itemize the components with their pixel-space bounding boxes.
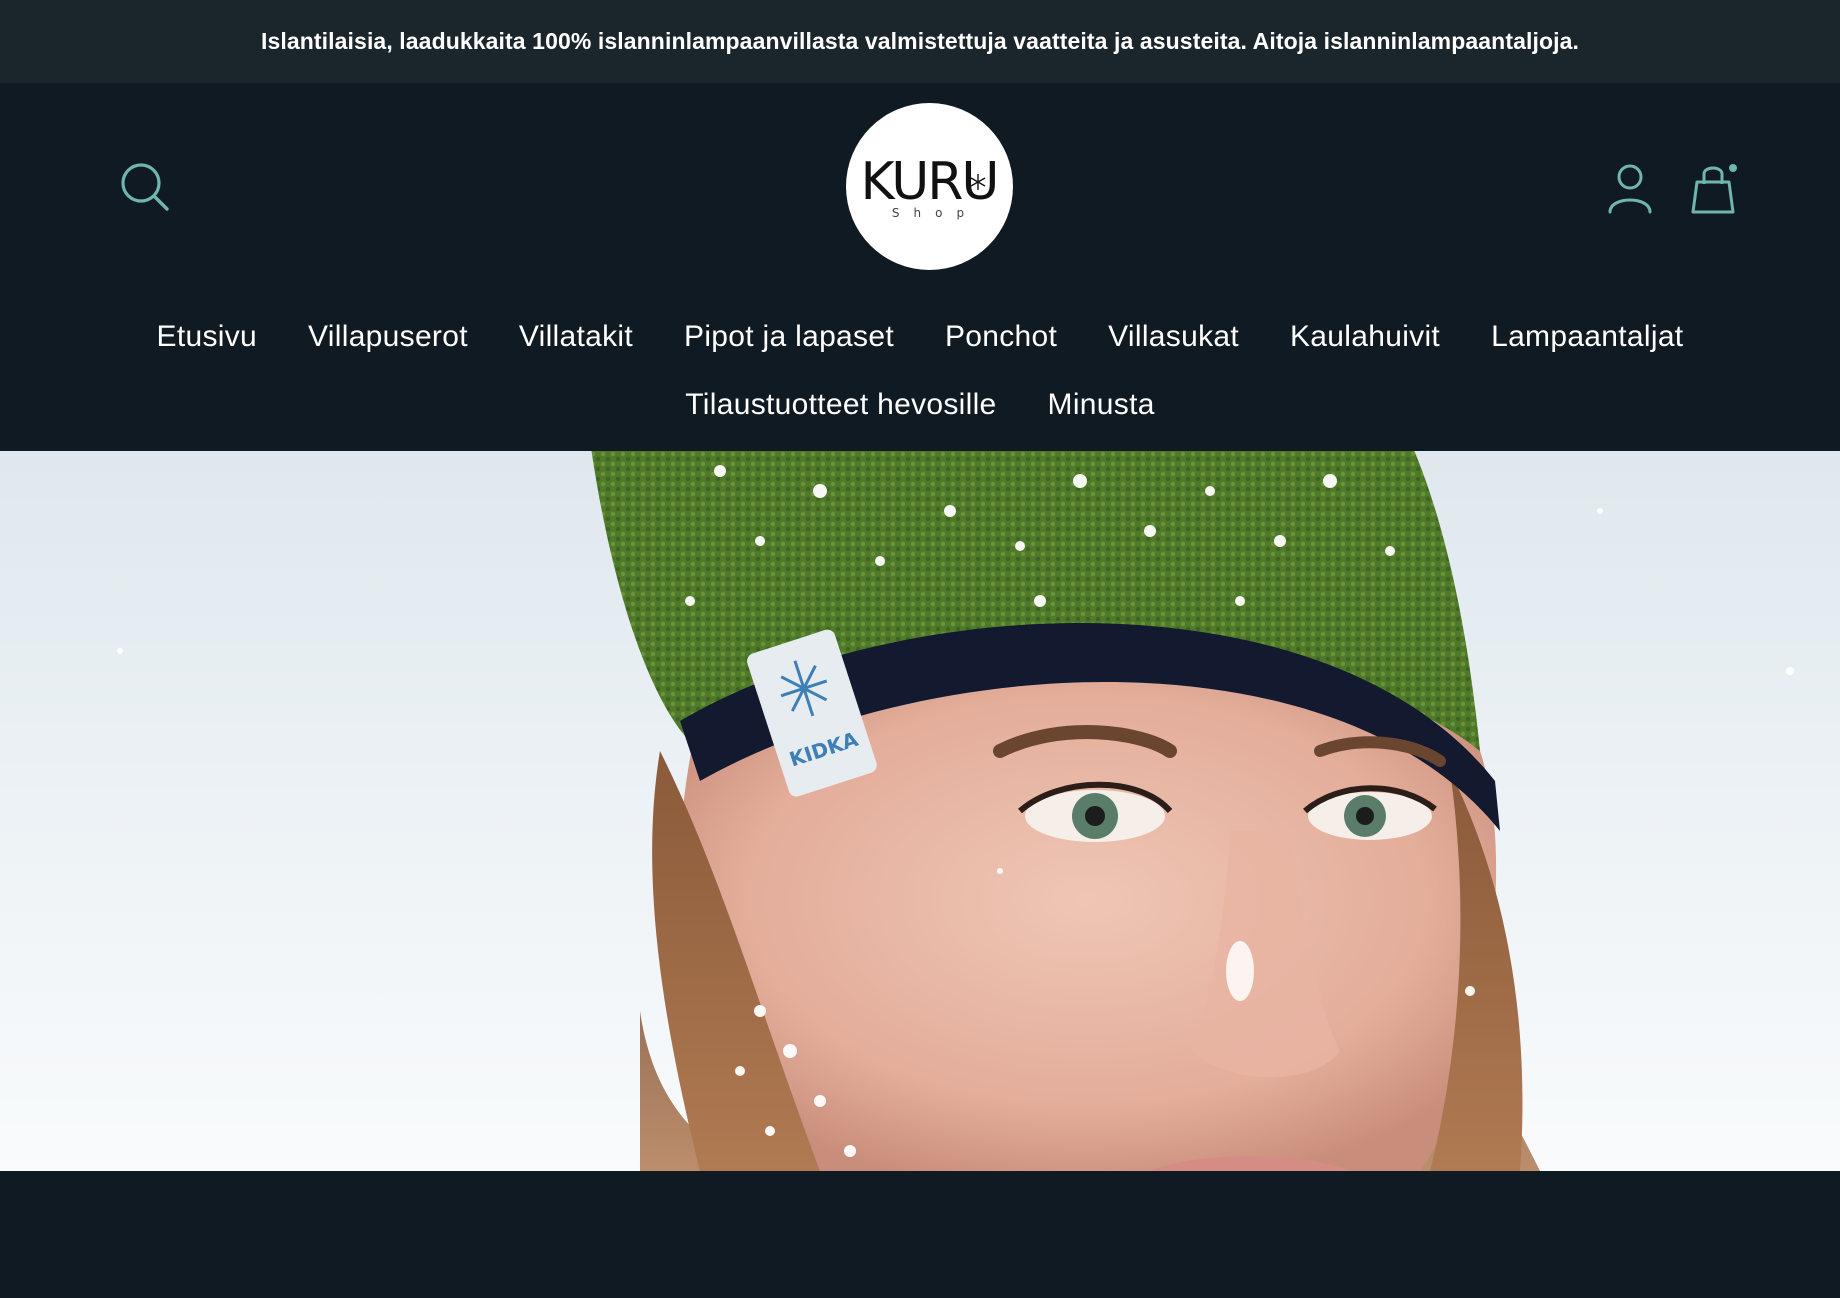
site-logo[interactable]: KURU Shop xyxy=(846,103,1013,270)
search-button[interactable] xyxy=(116,158,176,218)
nav-item-etusivu[interactable]: Etusivu xyxy=(131,320,282,354)
nav-item-villasukat[interactable]: Villasukat xyxy=(1083,320,1265,354)
search-icon xyxy=(121,163,169,211)
account-icon xyxy=(1608,164,1652,214)
nav-item-lampaantaljat[interactable]: Lampaantaljat xyxy=(1466,320,1709,354)
hero-image: KIDKA xyxy=(0,451,1840,1171)
page-footer-band xyxy=(0,1171,1840,1298)
nav-item-ponchot[interactable]: Ponchot xyxy=(919,320,1082,354)
logo-subtext: Shop xyxy=(892,206,978,220)
nav-item-pipot-ja-lapaset[interactable]: Pipot ja lapaset xyxy=(659,320,920,354)
nav-row-2: Tilaustuotteet hevosille Minusta xyxy=(0,371,1840,439)
nav-item-tilaustuotteet-hevosille[interactable]: Tilaustuotteet hevosille xyxy=(660,388,1022,422)
nav-item-kaulahuivit[interactable]: Kaulahuivit xyxy=(1265,320,1466,354)
hero-banner[interactable]: KIDKA xyxy=(0,451,1840,1171)
nav-item-minusta[interactable]: Minusta xyxy=(1022,388,1180,422)
announcement-text: Islantilaisia, laadukkaita 100% islannin… xyxy=(261,28,1579,54)
nav-row-1: Etusivu Villapuserot Villatakit Pipot ja… xyxy=(0,303,1840,371)
account-button[interactable] xyxy=(1600,158,1660,218)
nav-item-villatakit[interactable]: Villatakit xyxy=(493,320,658,354)
kuru-logo: KURU Shop xyxy=(861,152,1000,220)
cart-button[interactable] xyxy=(1683,158,1743,218)
site-header: KURU Shop Etusivu Villapuserot Villataki… xyxy=(0,83,1840,451)
nav-item-villapuserot[interactable]: Villapuserot xyxy=(283,320,494,354)
main-navigation: Etusivu Villapuserot Villatakit Pipot ja… xyxy=(0,303,1840,439)
cart-icon xyxy=(1691,164,1737,214)
announcement-bar: Islantilaisia, laadukkaita 100% islannin… xyxy=(0,0,1840,83)
